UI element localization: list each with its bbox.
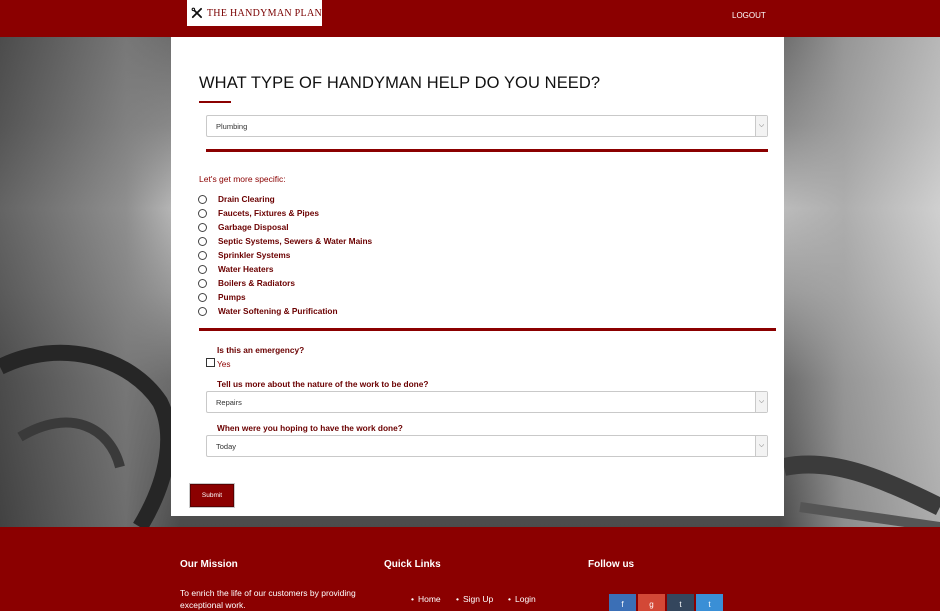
- when-select[interactable]: Today ⌵: [206, 435, 768, 457]
- quick-links-heading: Quick Links: [384, 559, 441, 570]
- radio-button[interactable]: [198, 208, 207, 218]
- mission-text: To enrich the life of our customers by p…: [180, 588, 356, 610]
- submit-button[interactable]: Submit: [190, 484, 234, 507]
- emergency-question: Is this an emergency?: [217, 345, 305, 355]
- radio-button[interactable]: [198, 236, 207, 246]
- specific-prompt: Let's get more specific:: [199, 174, 286, 184]
- option-label[interactable]: Water Softening & Purification: [218, 306, 338, 316]
- section-divider: [199, 328, 776, 331]
- option-label[interactable]: Septic Systems, Sewers & Water Mains: [218, 236, 372, 246]
- title-underline: [199, 101, 231, 103]
- radio-button[interactable]: [198, 250, 207, 260]
- option-water-softening[interactable]: Water Softening & Purification: [198, 305, 338, 317]
- option-garbage-disposal[interactable]: Garbage Disposal: [198, 221, 289, 233]
- category-select[interactable]: Plumbing ⌵: [206, 115, 768, 137]
- option-drain-clearing[interactable]: Drain Clearing: [198, 193, 275, 205]
- tools-icon: [191, 7, 202, 19]
- chevron-down-icon[interactable]: ⌵: [755, 116, 767, 136]
- nature-select[interactable]: Repairs ⌵: [206, 391, 768, 413]
- option-faucets[interactable]: Faucets, Fixtures & Pipes: [198, 207, 319, 219]
- top-bar: THE HANDYMAN PLAN LOGOUT: [0, 0, 940, 37]
- emergency-yes-label[interactable]: Yes: [217, 359, 231, 369]
- option-boilers[interactable]: Boilers & Radiators: [198, 277, 295, 289]
- footer-link-sign-up[interactable]: Sign Up: [456, 594, 493, 604]
- mission-heading: Our Mission: [180, 559, 238, 570]
- radio-button[interactable]: [198, 264, 207, 274]
- facebook-icon[interactable]: f: [609, 594, 636, 611]
- footer-link-login[interactable]: Login: [508, 594, 536, 604]
- when-select-value: Today: [216, 442, 237, 451]
- site-footer: Our Mission To enrich the life of our cu…: [0, 527, 940, 611]
- option-label[interactable]: Sprinkler Systems: [218, 250, 290, 260]
- chevron-down-icon[interactable]: ⌵: [755, 436, 767, 456]
- tumblr-icon[interactable]: t: [667, 594, 694, 611]
- logo-text: THE HANDYMAN PLAN: [206, 7, 322, 19]
- section-divider: [206, 149, 768, 152]
- follow-heading: Follow us: [588, 559, 635, 570]
- page-title: WHAT TYPE OF HANDYMAN HELP DO YOU NEED?: [199, 74, 601, 92]
- radio-button[interactable]: [198, 278, 207, 288]
- google-plus-icon[interactable]: g: [638, 594, 665, 611]
- option-label[interactable]: Garbage Disposal: [218, 222, 289, 232]
- radio-button[interactable]: [198, 194, 207, 204]
- twitter-icon[interactable]: t: [696, 594, 723, 611]
- radio-button[interactable]: [198, 222, 207, 232]
- logout-link[interactable]: LOGOUT: [732, 11, 766, 20]
- when-question: When were you hoping to have the work do…: [217, 423, 403, 433]
- emergency-checkbox[interactable]: [206, 358, 215, 367]
- option-label[interactable]: Boilers & Radiators: [218, 278, 295, 288]
- request-form-card: WHAT TYPE OF HANDYMAN HELP DO YOU NEED? …: [171, 37, 784, 516]
- radio-button[interactable]: [198, 306, 207, 316]
- footer-link-home[interactable]: Home: [411, 594, 441, 604]
- option-label[interactable]: Water Heaters: [218, 264, 274, 274]
- nature-question: Tell us more about the nature of the wor…: [217, 379, 429, 389]
- nature-select-value: Repairs: [216, 398, 242, 407]
- site-logo[interactable]: THE HANDYMAN PLAN: [187, 0, 322, 26]
- category-select-value: Plumbing: [216, 122, 248, 131]
- radio-button[interactable]: [198, 292, 207, 302]
- chevron-down-icon[interactable]: ⌵: [755, 392, 767, 412]
- option-sprinkler-systems[interactable]: Sprinkler Systems: [198, 249, 290, 261]
- option-label[interactable]: Pumps: [218, 292, 246, 302]
- option-septic-systems[interactable]: Septic Systems, Sewers & Water Mains: [198, 235, 372, 247]
- option-water-heaters[interactable]: Water Heaters: [198, 263, 274, 275]
- option-pumps[interactable]: Pumps: [198, 291, 246, 303]
- option-label[interactable]: Faucets, Fixtures & Pipes: [218, 208, 319, 218]
- option-label[interactable]: Drain Clearing: [218, 194, 275, 204]
